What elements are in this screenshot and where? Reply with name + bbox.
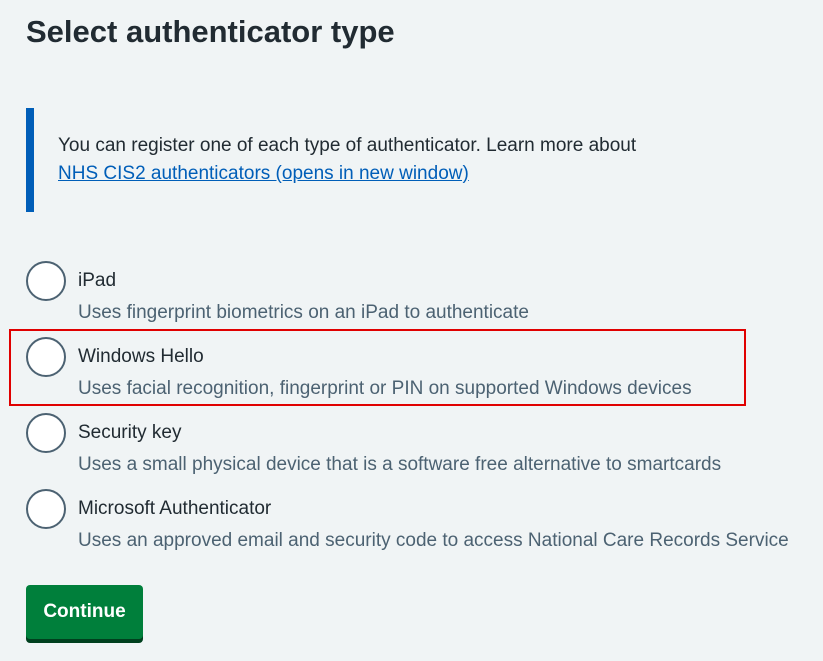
radio-option-ipad[interactable]: iPad Uses fingerprint biometrics on an i… [26, 261, 816, 325]
option-hint-windows-hello: Uses facial recognition, fingerprint or … [78, 378, 692, 399]
radio-button-ipad[interactable] [26, 261, 66, 301]
option-label-ipad[interactable]: iPad [78, 267, 116, 295]
option-label-security-key[interactable]: Security key [78, 419, 181, 447]
option-hint-security-key: Uses a small physical device that is a s… [78, 454, 722, 475]
inset-text: You can register one of each type of aut… [58, 135, 637, 156]
option-label-windows-hello[interactable]: Windows Hello [78, 343, 204, 371]
option-hint-microsoft-authenticator: Uses an approved email and security code… [78, 530, 789, 551]
continue-button[interactable]: Continue [26, 585, 143, 639]
radio-option-microsoft-authenticator[interactable]: Microsoft Authenticator Uses an approved… [26, 489, 816, 553]
option-label-microsoft-authenticator[interactable]: Microsoft Authenticator [78, 495, 271, 523]
radio-button-windows-hello[interactable] [26, 337, 66, 377]
radio-option-windows-hello[interactable]: Windows Hello Uses facial recognition, f… [26, 337, 816, 401]
page-title: Select authenticator type [26, 14, 395, 49]
info-inset: You can register one of each type of aut… [26, 108, 746, 212]
radio-button-microsoft-authenticator[interactable] [26, 489, 66, 529]
option-hint-ipad: Uses fingerprint biometrics on an iPad t… [78, 302, 529, 323]
authenticators-info-link[interactable]: NHS CIS2 authenticators (opens in new wi… [58, 163, 469, 184]
radio-button-security-key[interactable] [26, 413, 66, 453]
radio-option-security-key[interactable]: Security key Uses a small physical devic… [26, 413, 816, 477]
